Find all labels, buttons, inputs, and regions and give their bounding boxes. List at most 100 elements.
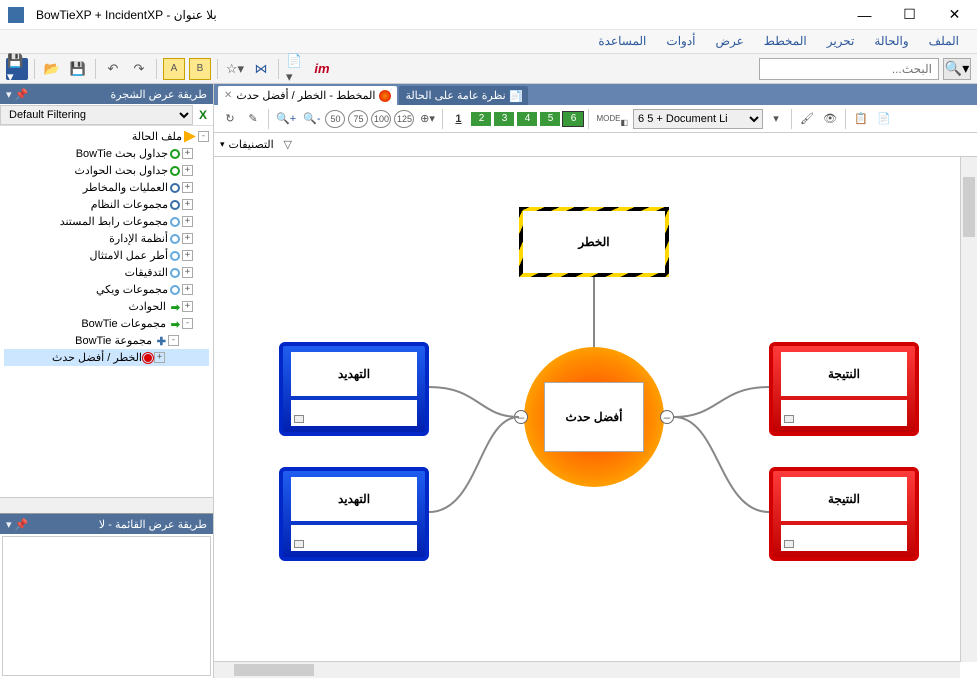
zoom-out-icon[interactable]: 🔍- [301,109,322,129]
eye-icon[interactable]: 👁 [820,109,840,129]
maximize-button[interactable]: ☐ [887,0,932,30]
canvas-h-scrollbar[interactable] [214,661,960,678]
threat-node[interactable]: التهديد [279,467,429,561]
tree-item[interactable]: +مجموعات رابط المستند [4,213,209,230]
zoom-100[interactable]: 100 [371,110,391,128]
level-1[interactable]: 1 [448,109,468,129]
zoom-in-icon[interactable]: 🔍+ [274,109,298,129]
level-6[interactable]: 6 [563,112,583,126]
consequence-node[interactable]: النتيجة [769,467,919,561]
tab-diagram[interactable]: المخطط - الخطر / أفضل حدث ✕ [218,86,397,105]
main-area: المخطط - الخطر / أفضل حدث ✕ 📄 نظرة عامة … [214,84,977,678]
overview-tab-icon: 📄 [510,90,522,102]
filter-toolbar: ▽ التصنيفات ▾ [214,133,977,157]
title-bar: بلا عنوان - BowTieXP + IncidentXP — ☐ ✕ [0,0,977,30]
filter-label: التصنيفات [229,138,274,151]
menu-diagram[interactable]: المخطط [754,30,817,53]
level-4[interactable]: 4 [517,112,537,126]
tree-item[interactable]: +جداول بحث BowTie [4,145,209,162]
box-b-icon[interactable]: B [189,58,211,80]
diagram-toolbar: ↻ ✎ 🔍+ 🔍- 50 75 100 125 ⊕▾ 1 2 3 4 5 6 M… [214,105,977,133]
filter-dropdown-icon[interactable]: ▾ [220,139,225,150]
list-view[interactable] [2,536,211,676]
left-knot[interactable]: – [514,410,528,424]
diagram-canvas[interactable]: الخطر أفضل حدث – – التهديد التهديد النتيجة… [214,157,934,627]
edit-icon[interactable]: ✎ [243,109,263,129]
mode-icon[interactable]: MODE◧ [594,109,630,129]
tree-item[interactable]: +التدقيقات [4,264,209,281]
tree-item[interactable]: +الخطر / أفضل حدث [4,349,209,366]
tree-item[interactable]: +مجموعات النظام [4,196,209,213]
minimize-button[interactable]: — [842,0,887,30]
menu-help[interactable]: المساعدة [588,30,656,53]
zoom-50[interactable]: 50 [325,110,345,128]
diagram-canvas-wrap: الخطر أفضل حدث – – التهديد التهديد النتيجة… [214,157,977,678]
document-icon[interactable]: 📄▾ [285,58,307,80]
menu-edit[interactable]: تحرير [817,30,865,53]
bowtie-icon[interactable]: ⋈ [250,58,272,80]
mode-combo[interactable]: 6 5 + Document Li [633,109,763,129]
paint-icon[interactable]: 🖌 [797,109,817,129]
refresh-icon[interactable]: ↻ [220,109,240,129]
tree-item[interactable]: +جداول بحث الحوادث [4,162,209,179]
search-input[interactable] [759,58,939,80]
redo-icon[interactable]: ↷ [128,58,150,80]
close-button[interactable]: ✕ [932,0,977,30]
window-title: بلا عنوان - BowTieXP + IncidentXP [32,8,842,22]
save-dropdown-button[interactable]: 💾▾ [6,58,28,80]
app-icon [8,7,24,23]
tree-panel-header: طريقة عرض الشجرة 📌 ▾ [0,84,213,104]
level-2[interactable]: 2 [471,112,491,126]
tree-root[interactable]: - ملف الحالة [4,128,209,145]
consequence-node[interactable]: النتيجة [769,342,919,436]
incident-icon[interactable]: im [311,58,333,80]
tab-overview[interactable]: 📄 نظرة عامة على الحالة [399,86,527,105]
right-knot[interactable]: – [660,410,674,424]
list-panel-title: طريقة عرض القائمة - لا [99,518,207,531]
pin-icon[interactable]: 📌 ▾ [6,88,28,101]
tree-item[interactable]: -✚مجموعة BowTie [4,332,209,349]
zoom-fit-icon[interactable]: ⊕▾ [417,109,437,129]
tree-item[interactable]: +➡الحوادث [4,298,209,315]
tree-item[interactable]: +مجموعات ويكي [4,281,209,298]
paste-icon[interactable]: 📄 [874,109,894,129]
hazard-connector [593,277,595,347]
save-icon[interactable]: 💾 [67,58,89,80]
main-toolbar: 💾▾ 📂 💾 ↶ ↷ A B ☆▾ ⋈ 📄▾ im 🔍▾ [0,54,977,84]
hazard-node[interactable]: الخطر [519,207,669,277]
menu-case[interactable]: والحالة [864,30,918,53]
left-sidebar: طريقة عرض الشجرة 📌 ▾ Default Filtering X… [0,84,214,678]
tree-item[interactable]: +أنظمة الإدارة [4,230,209,247]
excel-export-icon[interactable]: X [193,108,213,122]
zoom-75[interactable]: 75 [348,110,368,128]
menu-view[interactable]: عرض [706,30,754,53]
copy-icon[interactable]: 📋 [851,109,871,129]
level-5[interactable]: 5 [540,112,560,126]
filter-combo[interactable]: Default Filtering [0,105,193,125]
tree-item[interactable]: -➡مجموعات BowTie [4,315,209,332]
level-3[interactable]: 3 [494,112,514,126]
menu-file[interactable]: الملف [919,30,969,53]
box-a-icon[interactable]: A [163,58,185,80]
top-event-node[interactable]: أفضل حدث [544,382,644,452]
tree-h-scrollbar[interactable] [0,497,213,513]
search-button[interactable]: 🔍▾ [943,58,971,80]
filter-icon[interactable]: ▽ [278,135,298,155]
diagram-tab-icon [379,90,391,102]
open-icon[interactable]: 📂 [41,58,63,80]
mode-dropdown[interactable]: ▾ [766,109,786,129]
document-tabs: المخطط - الخطر / أفضل حدث ✕ 📄 نظرة عامة … [214,84,977,105]
tree-item[interactable]: +أطر عمل الامتثال [4,247,209,264]
tree-item[interactable]: +العمليات والمخاطر [4,179,209,196]
menu-bar: الملف والحالة تحرير المخطط عرض أدوات الم… [0,30,977,54]
undo-icon[interactable]: ↶ [102,58,124,80]
threat-node[interactable]: التهديد [279,342,429,436]
canvas-v-scrollbar[interactable] [960,157,977,662]
pin-icon[interactable]: 📌 ▾ [6,518,28,531]
star-icon[interactable]: ☆▾ [224,58,246,80]
tree-view[interactable]: - ملف الحالة +جداول بحث BowTie+جداول بحث… [0,126,213,497]
zoom-125[interactable]: 125 [394,110,414,128]
close-tab-icon[interactable]: ✕ [224,90,232,101]
menu-tools[interactable]: أدوات [656,30,705,53]
tree-panel-title: طريقة عرض الشجرة [110,88,207,101]
